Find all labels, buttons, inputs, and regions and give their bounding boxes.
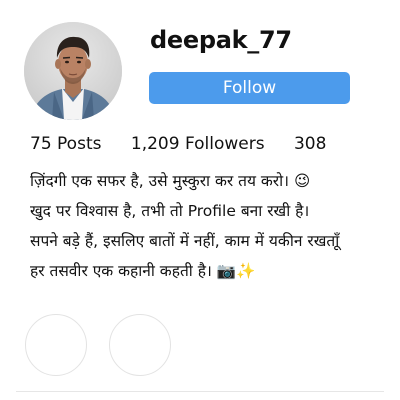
profile-stats: 75 Posts 1,209 Followers 308: [30, 134, 326, 154]
posts-count[interactable]: 75 Posts: [30, 134, 101, 154]
bio-line: ज़िंदगी एक सफर है, उसे मुस्कुरा कर तय कर…: [30, 172, 311, 190]
follow-button[interactable]: Follow: [149, 72, 350, 104]
avatar[interactable]: [24, 22, 122, 120]
following-count[interactable]: 308: [294, 134, 326, 154]
bio-line: हर तसवीर एक कहानी कहती है। 📷✨: [30, 262, 256, 280]
story-highlight[interactable]: [25, 314, 87, 376]
bio-line: खुद पर विश्वास है, तभी तो Profile बना रख…: [30, 202, 310, 220]
profile-photo-icon: [24, 22, 122, 120]
bio-line: सपने बड़े हैं, इसलिए बातों में नहीं, काम…: [30, 232, 340, 250]
username: deepak_77: [150, 26, 292, 54]
story-highlight[interactable]: [109, 314, 171, 376]
bio: ज़िंदगी एक सफर है, उसे मुस्कुरा कर तय कर…: [30, 166, 390, 286]
followers-count[interactable]: 1,209 Followers: [131, 134, 265, 154]
profile-page: deepak_77 Follow 75 Posts 1,209 Follower…: [0, 0, 400, 400]
divider: [16, 391, 384, 392]
